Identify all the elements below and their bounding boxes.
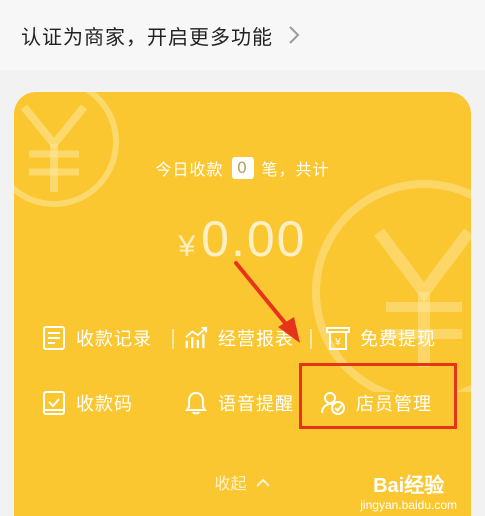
voice-alert-label: 语音提醒 [218, 394, 294, 415]
summary-suffix: 笔，共计 [261, 160, 330, 179]
receipt-list-icon [43, 326, 65, 350]
annotation-arrow-icon [234, 261, 300, 343]
payment-code-label: 收款码 [76, 394, 133, 415]
payment-records-label: 收款记录 [76, 329, 152, 350]
highlight-box [299, 363, 457, 429]
divider [310, 329, 312, 349]
svg-text:¥: ¥ [334, 337, 341, 348]
bar-chart-icon [185, 326, 208, 349]
watermark-brand: Bai经验 [373, 475, 445, 497]
baidu-jingyan-watermark: Bai经验 jingyan.baidu.com [360, 469, 457, 512]
watermark-url: jingyan.baidu.com [360, 498, 457, 512]
yen-watermark-large-icon [312, 180, 471, 392]
today-summary: 今日收款 0 笔，共计 [14, 156, 471, 180]
chevron-up-icon [255, 478, 270, 487]
withdraw-icon: ¥ [326, 327, 350, 350]
summary-prefix: 今日收款 [155, 160, 224, 179]
free-withdraw-button[interactable]: ¥ 免费提现 [326, 325, 436, 351]
free-withdraw-label: 免费提现 [360, 329, 436, 350]
transaction-count: 0 [231, 157, 254, 179]
divider [172, 329, 174, 349]
bell-icon [185, 391, 207, 415]
currency-symbol: ¥ [178, 230, 196, 263]
merchant-certify-text: 认证为商家，开启更多功能 [21, 24, 273, 49]
qr-code-book-icon [43, 391, 65, 415]
payment-code-button[interactable]: 收款码 [42, 390, 133, 416]
voice-alert-button[interactable]: 语音提醒 [184, 390, 294, 416]
collapse-label: 收起 [214, 474, 247, 493]
merchant-certify-banner[interactable]: 认证为商家，开启更多功能 [0, 0, 485, 70]
chevron-right-icon [289, 26, 300, 44]
payment-records-button[interactable]: 收款记录 [42, 325, 152, 351]
